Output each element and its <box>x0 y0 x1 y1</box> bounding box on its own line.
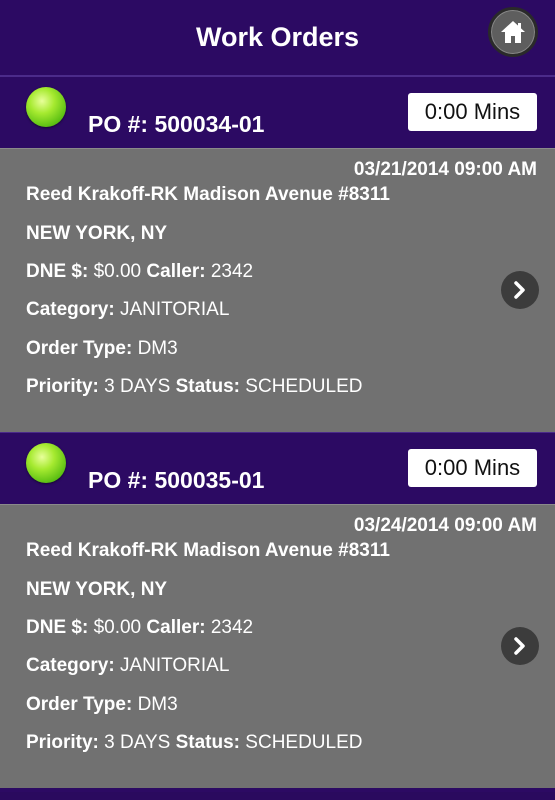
order-type-value: DM3 <box>137 338 178 359</box>
status-label: Status: <box>175 732 241 753</box>
dne-value: $0.00 <box>93 617 142 638</box>
status-dot-icon <box>26 443 66 483</box>
priority-label: Priority: <box>26 376 99 397</box>
priority-status-line: Priority: 3 DAYS Status: SCHEDULED <box>26 732 363 754</box>
location-name: Reed Krakoff-RK Madison Avenue #8311 <box>26 184 390 205</box>
priority-value: 3 DAYS <box>104 376 171 397</box>
status-value: SCHEDULED <box>245 732 363 753</box>
priority-value: 3 DAYS <box>104 732 171 753</box>
category-label: Category: <box>26 299 115 320</box>
priority-status-line: Priority: 3 DAYS Status: SCHEDULED <box>26 376 363 398</box>
order-type-value: DM3 <box>137 694 178 715</box>
work-order-card[interactable]: PO #: 500034-01 0:00 Mins 03/21/2014 09:… <box>0 76 555 432</box>
status-label: Status: <box>175 376 241 397</box>
open-order-button[interactable] <box>501 627 539 665</box>
order-type-line: Order Type: DM3 <box>26 694 178 716</box>
work-order-header: PO #: 500035-01 0:00 Mins <box>0 432 555 504</box>
work-order-header: PO #: 500034-01 0:00 Mins <box>0 76 555 148</box>
order-type-line: Order Type: DM3 <box>26 338 178 360</box>
dne-label: DNE $: <box>26 261 89 282</box>
category-line: Category: JANITORIAL <box>26 655 229 677</box>
po-number: PO #: 500034-01 <box>88 111 265 137</box>
order-date: 03/21/2014 09:00 AM <box>353 159 537 180</box>
order-type-label: Order Type: <box>26 694 133 715</box>
order-date: 03/24/2014 09:00 AM <box>353 515 537 536</box>
home-button[interactable] <box>488 7 538 57</box>
work-order-details[interactable]: 03/24/2014 09:00 AM Reed Krakoff-RK Madi… <box>0 504 555 788</box>
location-name: Reed Krakoff-RK Madison Avenue #8311 <box>26 540 390 561</box>
dne-caller-line: DNE $: $0.00 Caller: 2342 <box>26 617 253 639</box>
dne-value: $0.00 <box>93 261 142 282</box>
chevron-right-icon <box>514 637 525 655</box>
dne-caller-line: DNE $: $0.00 Caller: 2342 <box>26 261 253 283</box>
home-icon <box>501 21 525 43</box>
status-value: SCHEDULED <box>245 376 363 397</box>
priority-label: Priority: <box>26 732 99 753</box>
order-type-label: Order Type: <box>26 338 133 359</box>
category-line: Category: JANITORIAL <box>26 299 229 321</box>
list-divider <box>0 788 555 792</box>
app-header: Work Orders <box>0 0 555 76</box>
chevron-right-icon <box>514 281 525 299</box>
category-value: JANITORIAL <box>119 299 230 320</box>
category-label: Category: <box>26 655 115 676</box>
dne-label: DNE $: <box>26 617 89 638</box>
caller-label: Caller: <box>146 261 206 282</box>
po-number: PO #: 500035-01 <box>88 467 265 493</box>
location-city: NEW YORK, NY <box>26 223 168 244</box>
page-title: Work Orders <box>195 22 360 52</box>
caller-value: 2342 <box>210 261 254 282</box>
caller-label: Caller: <box>146 617 206 638</box>
category-value: JANITORIAL <box>119 655 230 676</box>
work-order-card[interactable]: PO #: 500035-01 0:00 Mins 03/24/2014 09:… <box>0 432 555 788</box>
open-order-button[interactable] <box>501 271 539 309</box>
minutes-badge[interactable]: 0:00 Mins <box>408 93 537 131</box>
minutes-badge[interactable]: 0:00 Mins <box>408 449 537 487</box>
status-dot-icon <box>26 87 66 127</box>
location-city: NEW YORK, NY <box>26 579 168 600</box>
work-order-details[interactable]: 03/21/2014 09:00 AM Reed Krakoff-RK Madi… <box>0 148 555 432</box>
caller-value: 2342 <box>210 617 254 638</box>
